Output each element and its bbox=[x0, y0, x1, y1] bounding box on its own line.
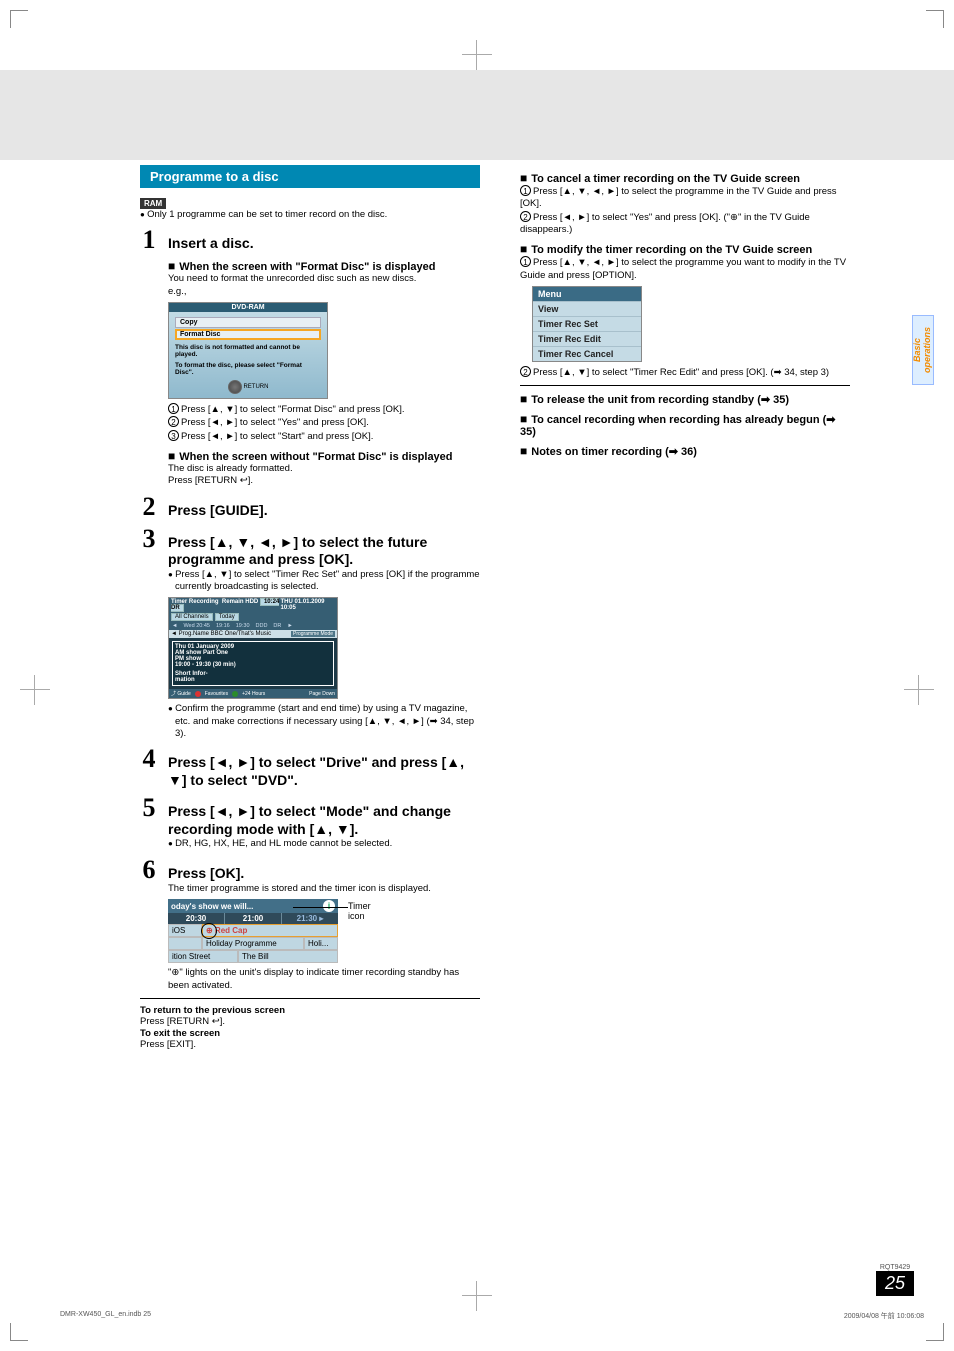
step3-bullet2: Confirm the programme (start and end tim… bbox=[168, 703, 480, 740]
step6-after: "⊕" lights on the unit's display to indi… bbox=[168, 967, 480, 992]
tv-cell: ition Street bbox=[168, 950, 238, 963]
step1-subB-body1: The disc is already formatted. bbox=[168, 463, 480, 475]
tv-cell: Holiday Programme bbox=[202, 937, 304, 950]
step1a-line2: 2Press [◄, ►] to select "Yes" and press … bbox=[168, 416, 480, 429]
timer-icon-label: Timer icon bbox=[348, 901, 371, 921]
guide-programme-mode[interactable]: Programme Mode bbox=[291, 631, 335, 637]
format-row-copy[interactable]: Copy bbox=[175, 317, 321, 328]
return-prev-body: Press [RETURN ↩]. bbox=[140, 1016, 480, 1028]
print-footer: DMR-XW450_GL_en.indb 25 2009/04/08 午前 10… bbox=[60, 1311, 924, 1321]
right-h1-l2: 2Press [◄, ►] to select "Yes" and press … bbox=[520, 211, 850, 237]
step-5-num: 5 bbox=[140, 795, 158, 821]
step-6-num: 6 bbox=[140, 857, 158, 883]
step-1-title: Insert a disc. bbox=[168, 235, 480, 253]
step-6-title: Press [OK]. bbox=[168, 865, 480, 883]
divider bbox=[520, 385, 850, 386]
step1a-line1: 1Press [▲, ▼] to select "Format Disc" an… bbox=[168, 403, 480, 416]
tv-cell bbox=[168, 937, 202, 950]
exit-screen-body: Press [EXIT]. bbox=[140, 1039, 480, 1051]
menu-item-timer-rec-set[interactable]: Timer Rec Set bbox=[533, 316, 641, 331]
step1-subB-title: ■When the screen without "Format Disc" i… bbox=[168, 449, 480, 463]
right-h5: ■Notes on timer recording (➡ 36) bbox=[520, 444, 850, 458]
crop-mark bbox=[926, 1323, 944, 1341]
tv-strip-headline: oday's show we will... bbox=[171, 902, 253, 911]
section-title: Programme to a disc bbox=[140, 165, 480, 188]
register-mark bbox=[20, 675, 50, 705]
return-icon[interactable] bbox=[228, 380, 242, 394]
menu-item-timer-rec-cancel[interactable]: Timer Rec Cancel bbox=[533, 346, 641, 361]
tv-time-3: 21:30 ▸ bbox=[282, 913, 338, 924]
step1-subA-title: ■When the screen with "Format Disc" is d… bbox=[168, 259, 480, 273]
register-mark bbox=[462, 1281, 492, 1311]
right-h2: ■To modify the timer recording on the TV… bbox=[520, 242, 850, 256]
print-footer-right: 2009/04/08 午前 10:06:08 bbox=[844, 1311, 924, 1321]
format-title: DVD-RAM bbox=[169, 303, 327, 312]
crop-mark bbox=[10, 10, 28, 28]
step6-body: The timer programme is stored and the ti… bbox=[168, 883, 480, 895]
tv-time-2: 21:00 bbox=[225, 913, 282, 924]
step1-eg: e.g., bbox=[168, 286, 480, 298]
step-2-title: Press [GUIDE]. bbox=[168, 502, 480, 520]
page-number: 25 bbox=[876, 1271, 914, 1296]
step1a-line3: 3Press [◄, ►] to select "Start" and pres… bbox=[168, 430, 480, 443]
header-band bbox=[0, 70, 954, 160]
return-label: RETURN bbox=[243, 384, 268, 390]
guide-chip-all[interactable]: All Channels bbox=[171, 613, 213, 621]
format-msg1: This disc is not formatted and cannot be… bbox=[175, 344, 321, 358]
ram-note: Only 1 programme can be set to timer rec… bbox=[140, 209, 480, 221]
tv-cell: iOS bbox=[168, 924, 202, 937]
return-prev-title: To return to the previous screen bbox=[140, 1005, 480, 1016]
crop-mark bbox=[10, 1323, 28, 1341]
print-footer-left: DMR-XW450_GL_en.indb 25 bbox=[60, 1311, 151, 1321]
step-3-num: 3 bbox=[140, 526, 158, 552]
tv-time-1: 20:30 bbox=[168, 913, 225, 924]
right-h3: ■To release the unit from recording stan… bbox=[520, 392, 850, 406]
right-h1-l1: 1Press [▲, ▼, ◄, ►] to select the progra… bbox=[520, 185, 850, 211]
divider bbox=[140, 998, 480, 999]
step1-subA-title-text: When the screen with "Format Disc" is di… bbox=[179, 261, 435, 273]
ram-badge: RAM bbox=[140, 198, 166, 209]
menu-item-timer-rec-edit[interactable]: Timer Rec Edit bbox=[533, 331, 641, 346]
step1-subA-body: You need to format the unrecorded disc s… bbox=[168, 273, 480, 285]
side-tab: Basic operations bbox=[912, 315, 934, 385]
step-3-title: Press [▲, ▼, ◄, ►] to select the future … bbox=[168, 534, 480, 569]
menu-item-view[interactable]: View bbox=[533, 301, 641, 316]
page-footer: RQT9429 25 bbox=[876, 1264, 914, 1296]
step-1-num: 1 bbox=[140, 227, 158, 253]
right-h1: ■To cancel a timer recording on the TV G… bbox=[520, 171, 850, 185]
tv-cell: The Bill bbox=[238, 950, 338, 963]
format-msg2: To format the disc, please select "Forma… bbox=[175, 362, 321, 376]
crop-mark bbox=[926, 10, 944, 28]
tv-cell-selected[interactable]: ⊕ Red Cap bbox=[202, 924, 338, 937]
tv-guide-preview: Timer Recording Remain HDD 10:24 DR THU … bbox=[168, 597, 338, 699]
step-2-num: 2 bbox=[140, 494, 158, 520]
register-mark bbox=[904, 675, 934, 705]
format-row-format[interactable]: Format Disc bbox=[175, 329, 321, 340]
step-4-title: Press [◄, ►] to select "Drive" and press… bbox=[168, 754, 480, 789]
step3-bullet1: Press [▲, ▼] to select "Timer Rec Set" a… bbox=[168, 569, 480, 594]
option-menu: Menu View Timer Rec Set Timer Rec Edit T… bbox=[532, 286, 642, 362]
step1-subB-body2: Press [RETURN ↩]. bbox=[168, 475, 480, 487]
register-mark bbox=[462, 40, 492, 70]
model-code: RQT9429 bbox=[876, 1264, 914, 1271]
info-icon[interactable]: i bbox=[323, 900, 335, 912]
right-h4: ■To cancel recording when recording has … bbox=[520, 412, 850, 438]
tv-cell: Holi... bbox=[304, 937, 338, 950]
guide-chip-today[interactable]: Today bbox=[215, 613, 239, 621]
right-h2-l1: 1Press [▲, ▼, ◄, ►] to select the progra… bbox=[520, 256, 850, 282]
step-5-title: Press [◄, ►] to select "Mode" and change… bbox=[168, 803, 480, 838]
step5-bullet: DR, HG, HX, HE, and HL mode cannot be se… bbox=[168, 838, 480, 850]
menu-title: Menu bbox=[533, 287, 641, 301]
exit-screen-title: To exit the screen bbox=[140, 1028, 480, 1039]
step-4-num: 4 bbox=[140, 746, 158, 772]
format-disc-dialog: DVD-RAM Copy Format Disc This disc is no… bbox=[168, 302, 328, 399]
guide-mid-left: ◄ Prog.Name BBC One/That's Music bbox=[171, 631, 271, 637]
guide-datetime: THU 01.01.2009 10:05 bbox=[280, 599, 335, 611]
tv-strip: oday's show we will... i 20:30 21:00 21:… bbox=[168, 899, 338, 963]
right-h2-l2: 2Press [▲, ▼] to select "Timer Rec Edit"… bbox=[520, 366, 850, 379]
